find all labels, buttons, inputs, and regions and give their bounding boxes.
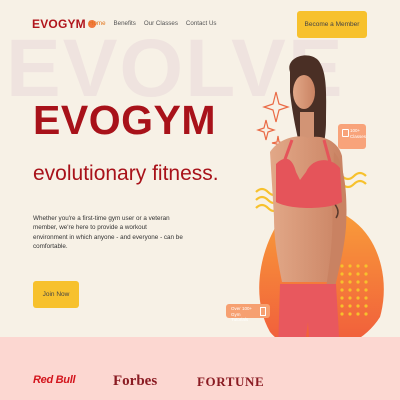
hero-title: EVOGYM xyxy=(33,97,216,143)
classes-badge: 100+ Classes xyxy=(338,124,366,149)
classes-icon xyxy=(342,129,349,137)
classes-badge-text: 100+ Classes xyxy=(350,128,367,139)
tutorials-icon xyxy=(260,307,266,316)
sponsor-forbes-logo: Forbes xyxy=(113,373,158,389)
hero-description: Whether you're a first-time gym user or … xyxy=(33,215,183,251)
tutorials-badge-text: Over 100+ Gym Tutorials xyxy=(231,306,253,323)
hero-subtitle: evolutionary fitness. xyxy=(33,162,219,185)
sponsor-redbull-text: Red Bull xyxy=(33,374,76,386)
athlete-figure xyxy=(270,55,347,352)
sponsors-bar: Red Bull Forbes FORTUNE xyxy=(0,337,400,400)
sponsor-fortune-logo: FORTUNE xyxy=(197,374,265,389)
sponsor-redbull-logo: Red Bull xyxy=(33,374,76,386)
tutorials-badge: Over 100+ Gym Tutorials xyxy=(226,304,270,322)
join-now-button[interactable]: Join Now xyxy=(33,281,79,308)
